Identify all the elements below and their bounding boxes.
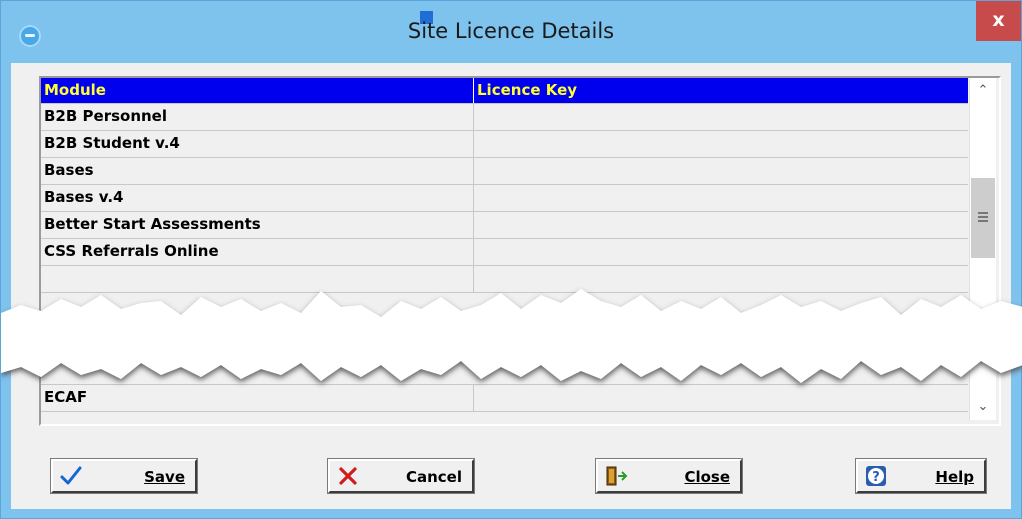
grip-icon	[978, 212, 988, 224]
save-button-label: Save	[144, 468, 185, 486]
cell-module[interactable]: Bases v.4	[41, 185, 474, 211]
table-row[interactable]: Bases v.4	[41, 185, 968, 212]
cancel-button[interactable]: Cancel	[327, 458, 475, 494]
scroll-up-arrow-icon[interactable]: ⌃	[970, 78, 996, 104]
cell-module[interactable]: Better Start Assessments	[41, 212, 474, 238]
cell-module[interactable]: CSS Referrals Online	[41, 239, 474, 265]
title-bar[interactable]: Site Licence Details x	[1, 1, 1021, 63]
help-button-label: Help	[935, 468, 974, 486]
cell-module[interactable]: Bases	[41, 158, 474, 184]
table-row[interactable]: Better Start Assessments	[41, 212, 968, 239]
close-button[interactable]: Close	[595, 458, 743, 494]
save-button[interactable]: Save	[50, 458, 198, 494]
checkmark-icon	[60, 466, 82, 485]
cell-licence-key[interactable]	[474, 239, 968, 265]
question-mark-icon: ?	[866, 466, 886, 486]
cell-licence-key[interactable]	[474, 131, 968, 157]
table-row[interactable]: CSS Referrals Online	[41, 239, 968, 266]
window-title: Site Licence Details	[407, 19, 615, 43]
scroll-thumb[interactable]	[971, 178, 995, 258]
x-mark-icon	[339, 467, 357, 485]
close-button-label: Close	[684, 468, 730, 486]
column-header-module[interactable]: Module	[41, 78, 474, 103]
cell-module[interactable]: B2B Personnel	[41, 104, 474, 130]
torn-edge-break	[1, 289, 1022, 383]
window-close-button[interactable]: x	[976, 1, 1021, 41]
column-header-licence-key[interactable]: Licence Key	[474, 78, 968, 103]
site-licence-window: Site Licence Details x Module Licence Ke…	[0, 0, 1022, 519]
cell-licence-key[interactable]	[474, 212, 968, 238]
cell-licence-key[interactable]	[474, 185, 968, 211]
cell-module[interactable]: B2B Student v.4	[41, 131, 474, 157]
door-exit-icon	[606, 466, 628, 486]
grid-header: Module Licence Key	[41, 78, 968, 104]
cancel-button-label: Cancel	[405, 468, 462, 486]
table-row[interactable]: Bases	[41, 158, 968, 185]
table-row[interactable]: B2B Personnel	[41, 104, 968, 131]
table-row[interactable]: B2B Student v.4	[41, 131, 968, 158]
svg-text:?: ?	[872, 470, 880, 485]
grid-rows: Module Licence Key B2B Personnel B2B Stu…	[41, 78, 968, 412]
help-button[interactable]: ? Help	[855, 458, 987, 494]
cell-licence-key[interactable]	[474, 158, 968, 184]
cell-licence-key[interactable]	[474, 104, 968, 130]
